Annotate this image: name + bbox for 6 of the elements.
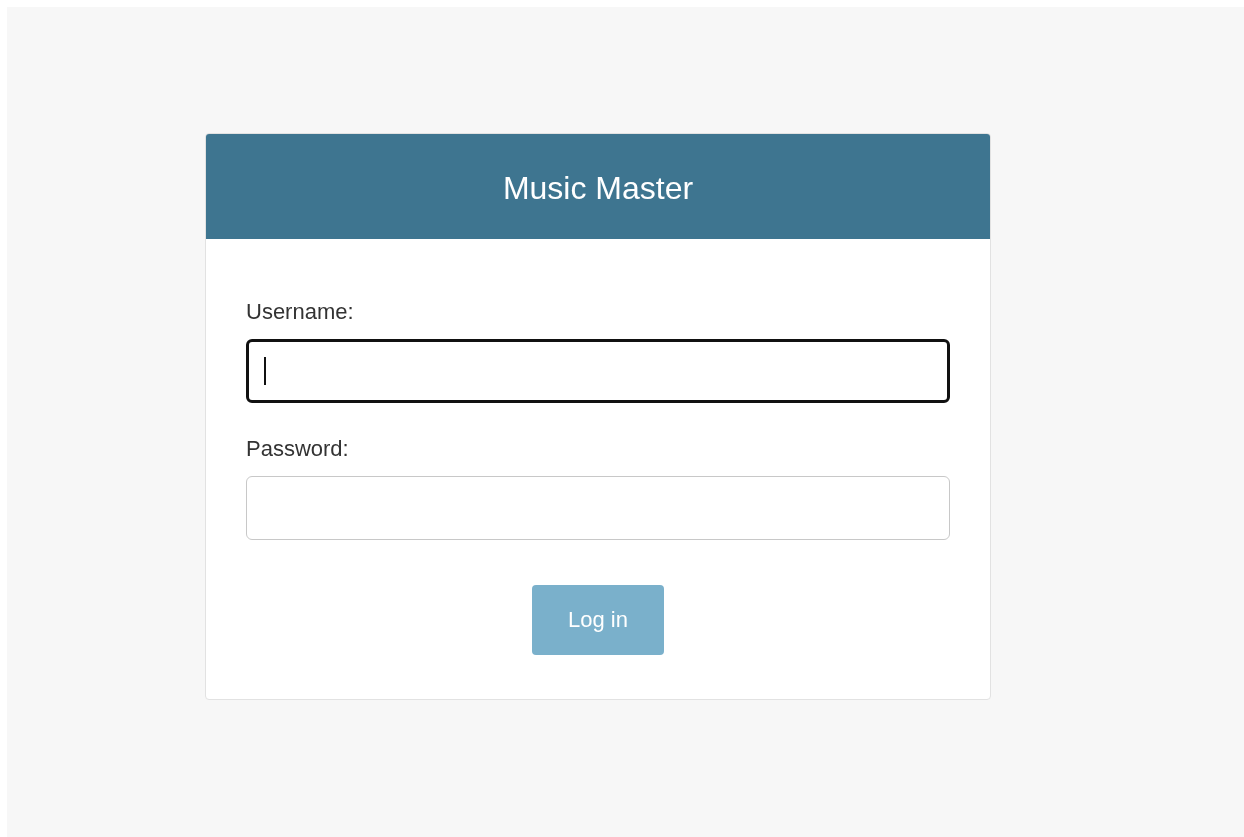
app-title: Music Master (502, 169, 694, 207)
text-cursor (264, 357, 266, 385)
input-field[interactable] (246, 339, 950, 403)
field-label: Password: (246, 436, 349, 462)
field-label: Username: (246, 299, 354, 325)
login-button[interactable]: Log in (532, 585, 664, 655)
